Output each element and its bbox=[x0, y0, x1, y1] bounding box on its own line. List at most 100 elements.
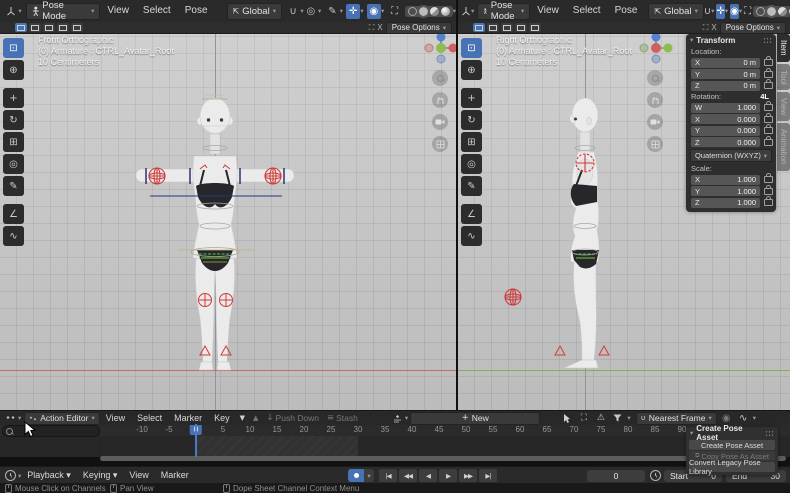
location-y-lock-icon[interactable] bbox=[764, 71, 773, 78]
location-z-lock-icon[interactable] bbox=[764, 82, 773, 89]
location-y-field[interactable]: Y0 m bbox=[691, 69, 760, 79]
tool-select-box[interactable]: ⊡ bbox=[461, 38, 482, 58]
viewport-separator[interactable] bbox=[456, 0, 458, 410]
rotation-x-field[interactable]: X0.000 bbox=[691, 114, 760, 124]
stash-button[interactable]: ≡Stash bbox=[323, 413, 362, 424]
menu-marker[interactable]: Marker bbox=[155, 467, 195, 484]
annotate-pen-icon[interactable]: ✎ bbox=[325, 4, 339, 19]
rotation-z-field[interactable]: Z0.000 bbox=[691, 137, 760, 147]
select-mode-intersect-icon[interactable] bbox=[529, 23, 541, 32]
perspective-toggle-button-2[interactable] bbox=[647, 136, 663, 152]
tool-pose-breakdowner[interactable]: ∿ bbox=[3, 226, 24, 246]
keying-set-caret[interactable]: ▾ bbox=[364, 469, 374, 482]
play-button[interactable]: ▶ bbox=[439, 469, 457, 482]
falloff-caret[interactable]: ▾ bbox=[753, 414, 756, 422]
rotation-4l-badge[interactable]: 4L bbox=[760, 92, 769, 101]
menu-keying[interactable]: Keying ▾ bbox=[77, 467, 124, 484]
mirror-x-label-2[interactable]: X bbox=[711, 23, 716, 32]
transform-panel-header[interactable]: ▾ Transform bbox=[686, 34, 776, 46]
tool-transform[interactable]: ◎ bbox=[461, 154, 482, 174]
auto-keying-record-button[interactable] bbox=[348, 469, 364, 482]
snap-magnet-icon[interactable]: ∪ bbox=[286, 4, 300, 19]
scale-z-field[interactable]: Z1.000 bbox=[691, 198, 760, 208]
proportional-editing-icon[interactable]: ◎ bbox=[304, 4, 318, 19]
xray-toggle-icon[interactable]: ⛶ bbox=[387, 4, 401, 19]
mirror-x-label[interactable]: X bbox=[377, 23, 382, 32]
proportional-caret[interactable]: ▾ bbox=[318, 7, 321, 15]
mode-selector[interactable]: Pose Mode▾ bbox=[26, 3, 101, 20]
select-mode-extend-icon[interactable] bbox=[29, 23, 41, 32]
location-x-field[interactable]: X0 m bbox=[691, 58, 760, 68]
menu-pose[interactable]: Pose bbox=[178, 0, 215, 22]
action-unlink-button[interactable]: ▼ bbox=[236, 413, 249, 424]
transform-orientation[interactable]: ⇱ Global▾ bbox=[227, 3, 282, 20]
browse-action-caret[interactable]: ▾ bbox=[405, 414, 408, 422]
shading-solid-icon[interactable] bbox=[419, 7, 428, 16]
tool-select-box[interactable]: ⊡ bbox=[3, 38, 24, 58]
sidebar-tab-item[interactable]: Item bbox=[777, 34, 790, 62]
create-pose-asset-button[interactable]: Create Pose Asset bbox=[689, 440, 775, 450]
only-errors-warning-icon[interactable]: ⚠ bbox=[593, 413, 608, 424]
tool-pose-breakdowner[interactable]: ∿ bbox=[461, 226, 482, 246]
shading-rendered-icon[interactable] bbox=[441, 7, 450, 16]
asset-collapse-caret-icon[interactable]: ▾ bbox=[690, 429, 693, 437]
gizmo-small-icon-2[interactable]: ⛶ bbox=[703, 23, 709, 33]
dopesheet-ruler[interactable]: -10-505101520253035404550556065707580859… bbox=[0, 424, 790, 436]
rotation-mode-dropdown[interactable]: Quaternion (WXYZ)▾ bbox=[690, 149, 772, 162]
camera-view-button[interactable] bbox=[432, 114, 448, 130]
gizmo-toggle-icon[interactable]: ✛ bbox=[346, 4, 360, 19]
select-mode-intersect-icon[interactable] bbox=[71, 23, 83, 32]
tool-measure[interactable]: ∠ bbox=[461, 204, 482, 224]
pan-view-button[interactable] bbox=[432, 92, 448, 108]
viewport-front-canvas[interactable] bbox=[0, 33, 456, 410]
rotation-w-lock-icon[interactable] bbox=[764, 104, 773, 111]
new-action-button[interactable]: +New bbox=[410, 412, 540, 425]
scale-x-lock-icon[interactable] bbox=[764, 176, 773, 183]
navigation-gizmo[interactable] bbox=[423, 30, 459, 66]
use-preview-range-icon[interactable] bbox=[650, 470, 661, 481]
gizmo-small-icon[interactable]: ⛶ bbox=[369, 23, 375, 33]
jump-to-start-button[interactable]: |◀ bbox=[379, 469, 397, 482]
shading-material-icon[interactable] bbox=[430, 7, 439, 16]
timeline-editor-icon[interactable] bbox=[5, 470, 16, 481]
zoom-view-button[interactable] bbox=[432, 70, 448, 86]
tool-rotate[interactable]: ↻ bbox=[3, 110, 24, 130]
convert-legacy-pose-library-button[interactable]: Convert Legacy Pose Library bbox=[689, 462, 775, 472]
menu-view[interactable]: View bbox=[100, 411, 131, 425]
dopesheet-channel-region[interactable] bbox=[0, 436, 790, 457]
shading-material-icon-2[interactable] bbox=[778, 7, 787, 16]
browse-action-icon[interactable] bbox=[390, 413, 405, 424]
location-x-lock-icon[interactable] bbox=[764, 59, 773, 66]
rotation-y-lock-icon[interactable] bbox=[764, 127, 773, 134]
dopesheet-scrollbar[interactable] bbox=[100, 456, 786, 461]
snap-magnet-icon-2[interactable]: ∪ bbox=[704, 4, 711, 19]
select-mode-invert-icon[interactable] bbox=[515, 23, 527, 32]
tool-transform[interactable]: ◎ bbox=[3, 154, 24, 174]
select-mode-subtract-icon[interactable] bbox=[43, 23, 55, 32]
rotation-z-lock-icon[interactable] bbox=[764, 139, 773, 146]
current-frame-field[interactable]: 0 bbox=[587, 470, 645, 482]
select-mode-extend-icon[interactable] bbox=[487, 23, 499, 32]
jump-to-end-button[interactable]: ▶| bbox=[479, 469, 497, 482]
create-pose-asset-header[interactable]: ▾ Create Pose Asset bbox=[686, 427, 778, 439]
zoom-view-button-2[interactable] bbox=[647, 70, 663, 86]
rotation-y-field[interactable]: Y0.000 bbox=[691, 126, 760, 136]
sidebar-tab-animation[interactable]: Animation bbox=[777, 123, 790, 171]
shading-wireframe-icon-2[interactable] bbox=[756, 7, 765, 16]
tool-annotate[interactable]: ✎ bbox=[461, 176, 482, 196]
sidebar-tab-tool[interactable]: Tool bbox=[777, 64, 790, 91]
previous-keyframe-button[interactable]: ◀◀ bbox=[399, 469, 417, 482]
tool-cursor[interactable]: ⊕ bbox=[3, 60, 24, 80]
pose-options-dropdown-2[interactable]: Pose Options▾ bbox=[720, 22, 786, 34]
tool-cursor[interactable]: ⊕ bbox=[461, 60, 482, 80]
rotation-x-lock-icon[interactable] bbox=[764, 116, 773, 123]
tool-scale[interactable]: ⊞ bbox=[461, 132, 482, 152]
play-reverse-button[interactable]: ◀ bbox=[419, 469, 437, 482]
overlays-toggle-icon-2[interactable]: ◉ bbox=[730, 4, 739, 19]
editor-type-icon[interactable] bbox=[4, 4, 18, 19]
tool-measure[interactable]: ∠ bbox=[3, 204, 24, 224]
transform-orientation-2[interactable]: ⇱ Global▾ bbox=[648, 3, 703, 20]
scale-z-lock-icon[interactable] bbox=[764, 199, 773, 206]
select-mode-set-icon[interactable] bbox=[473, 23, 485, 32]
tool-move[interactable]: + bbox=[461, 88, 482, 108]
